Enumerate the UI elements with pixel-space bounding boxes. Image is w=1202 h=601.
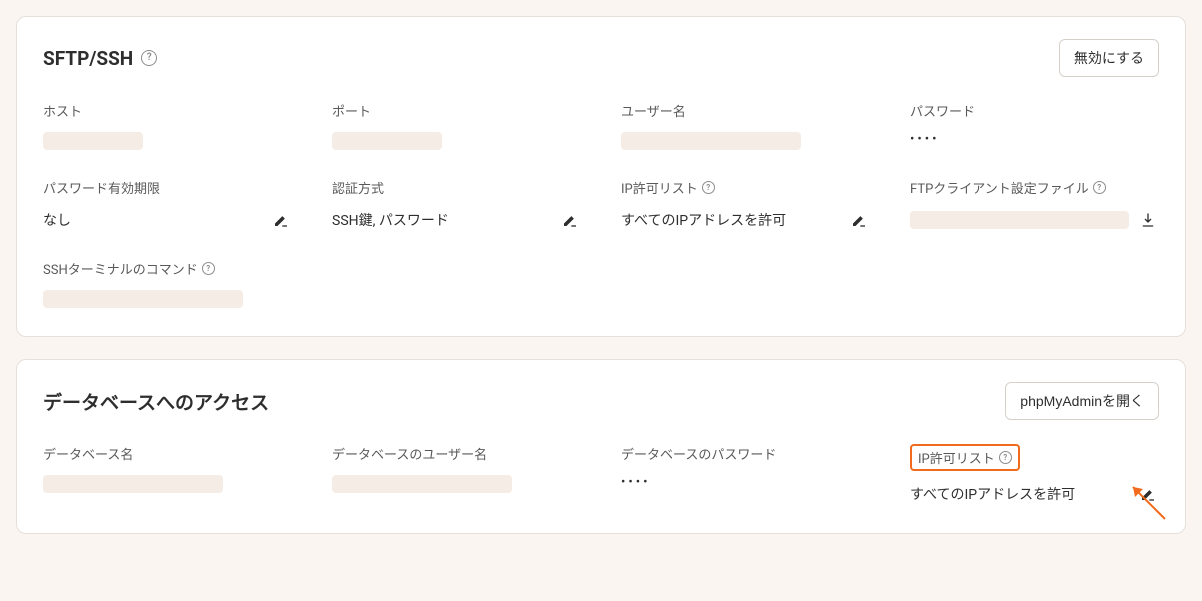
help-icon[interactable]: ? <box>202 262 215 275</box>
username-value-placeholder <box>621 132 801 150</box>
host-field: ホスト <box>43 101 292 150</box>
help-icon[interactable]: ? <box>1093 181 1106 194</box>
sftp-iplist-label: IP許可リスト ? <box>621 178 870 197</box>
db-iplist-label-text: IP許可リスト <box>918 448 995 467</box>
download-icon[interactable] <box>1137 209 1159 231</box>
help-icon[interactable]: ? <box>999 451 1012 464</box>
password-label: パスワード <box>910 101 1159 120</box>
db-name-label: データベース名 <box>43 444 292 463</box>
sftp-title-text: SFTP/SSH <box>43 47 133 70</box>
help-icon[interactable]: ? <box>141 50 157 66</box>
db-grid: データベース名 データベースのユーザー名 データベースのパスワード •••• I… <box>43 444 1159 505</box>
db-iplist-field: IP許可リスト ? すべてのIPアドレスを許可 <box>910 444 1159 505</box>
expiry-value: なし <box>43 210 71 230</box>
sshcmd-label: SSHターミナルのコマンド ? <box>43 259 292 278</box>
db-name-field: データベース名 <box>43 444 292 505</box>
port-label: ポート <box>332 101 581 120</box>
db-iplist-highlight: IP許可リスト ? <box>910 444 1020 471</box>
open-phpmyadmin-button[interactable]: phpMyAdminを開く <box>1005 382 1159 420</box>
ftpfile-label-text: FTPクライアント設定ファイル <box>910 178 1089 197</box>
username-field: ユーザー名 <box>621 101 870 150</box>
db-name-value-placeholder <box>43 475 223 493</box>
sftp-ssh-card: SFTP/SSH ? 無効にする ホスト ポート ユーザー名 パスワード •••… <box>16 16 1186 337</box>
ftpfile-field: FTPクライアント設定ファイル ? <box>910 178 1159 231</box>
sftp-iplist-field: IP許可リスト ? すべてのIPアドレスを許可 <box>621 178 870 231</box>
sftp-iplist-value: すべてのIPアドレスを許可 <box>621 210 786 230</box>
ftpfile-label: FTPクライアント設定ファイル ? <box>910 178 1159 197</box>
username-label: ユーザー名 <box>621 101 870 120</box>
edit-icon[interactable] <box>270 209 292 231</box>
auth-label: 認証方式 <box>332 178 581 197</box>
db-user-label: データベースのユーザー名 <box>332 444 581 463</box>
auth-field: 認証方式 SSH鍵, パスワード <box>332 178 581 231</box>
help-icon[interactable]: ? <box>702 181 715 194</box>
db-pass-mask: •••• <box>621 475 870 490</box>
auth-value: SSH鍵, パスワード <box>332 210 449 230</box>
sftp-card-header: SFTP/SSH ? 無効にする <box>43 39 1159 77</box>
sshcmd-field: SSHターミナルのコマンド ? <box>43 259 292 308</box>
sftp-iplist-label-text: IP許可リスト <box>621 178 698 197</box>
edit-icon[interactable] <box>559 209 581 231</box>
password-mask: •••• <box>910 132 1159 147</box>
db-card-title: データベースへのアクセス <box>43 388 269 415</box>
sftp-grid: ホスト ポート ユーザー名 パスワード •••• パスワード有効期限 なし <box>43 101 1159 308</box>
edit-icon[interactable] <box>848 209 870 231</box>
sshcmd-label-text: SSHターミナルのコマンド <box>43 259 198 278</box>
host-label: ホスト <box>43 101 292 120</box>
db-pass-label: データベースのパスワード <box>621 444 870 463</box>
db-card-header: データベースへのアクセス phpMyAdminを開く <box>43 382 1159 420</box>
db-pass-field: データベースのパスワード •••• <box>621 444 870 505</box>
db-user-value-placeholder <box>332 475 512 493</box>
expiry-field: パスワード有効期限 なし <box>43 178 292 231</box>
ftpfile-value-placeholder <box>910 211 1129 229</box>
expiry-label: パスワード有効期限 <box>43 178 292 197</box>
port-value-placeholder <box>332 132 442 150</box>
sshcmd-value-placeholder <box>43 290 243 308</box>
sftp-card-title: SFTP/SSH ? <box>43 47 157 70</box>
edit-icon[interactable] <box>1137 483 1159 505</box>
password-field: パスワード •••• <box>910 101 1159 150</box>
db-iplist-value: すべてのIPアドレスを許可 <box>910 484 1075 504</box>
database-access-card: データベースへのアクセス phpMyAdminを開く データベース名 データベー… <box>16 359 1186 534</box>
db-user-field: データベースのユーザー名 <box>332 444 581 505</box>
disable-button[interactable]: 無効にする <box>1059 39 1159 77</box>
host-value-placeholder <box>43 132 143 150</box>
port-field: ポート <box>332 101 581 150</box>
